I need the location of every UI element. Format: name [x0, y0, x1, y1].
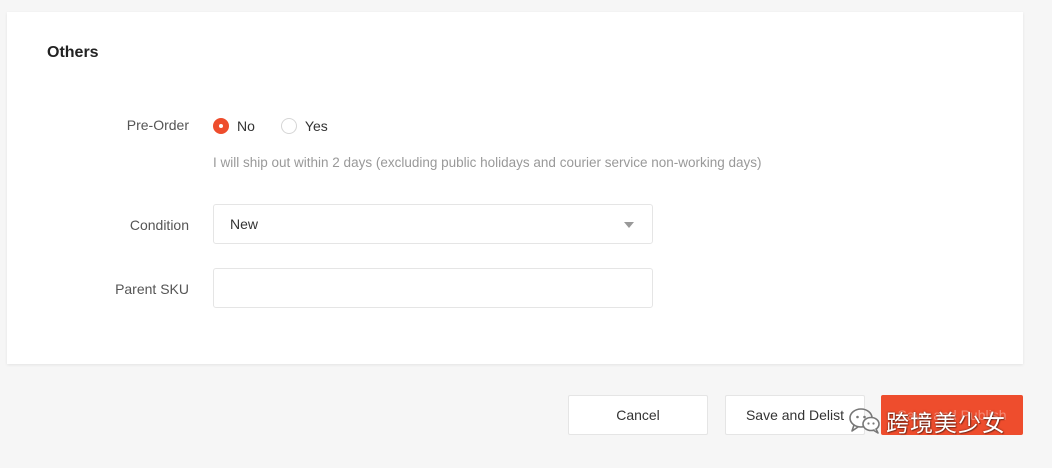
pre-order-option-yes[interactable]: Yes: [280, 118, 328, 134]
caret-down-icon: [624, 222, 634, 228]
pre-order-option-no-label: No: [237, 118, 255, 134]
save-and-publish-button[interactable]: Save and Publish: [881, 395, 1023, 435]
parent-sku-label: Parent SKU: [115, 281, 189, 297]
save-and-publish-label: Save and Publish: [897, 407, 1007, 423]
radio-checked-icon[interactable]: [213, 118, 229, 134]
pre-order-option-no[interactable]: No: [213, 118, 255, 134]
radio-unchecked-icon[interactable]: [280, 118, 297, 134]
pre-order-label: Pre-Order: [126, 117, 189, 133]
parent-sku-field[interactable]: [213, 268, 653, 308]
others-section-card: Others Pre-Order No Yes I will ship out …: [7, 12, 1023, 364]
condition-label: Condition: [129, 217, 189, 233]
pre-order-hint: I will ship out within 2 days (excluding…: [213, 155, 762, 170]
pre-order-radio-group: No Yes: [213, 118, 354, 134]
section-title: Others: [47, 44, 99, 61]
condition-select[interactable]: New: [213, 204, 653, 244]
parent-sku-input[interactable]: [214, 269, 652, 307]
save-and-delist-label: Save and Delist: [745, 407, 845, 423]
pre-order-option-yes-label: Yes: [304, 118, 328, 134]
condition-selected-value: New: [230, 216, 259, 232]
cancel-button[interactable]: Cancel: [568, 395, 708, 435]
save-and-delist-button[interactable]: Save and Delist: [725, 395, 865, 435]
